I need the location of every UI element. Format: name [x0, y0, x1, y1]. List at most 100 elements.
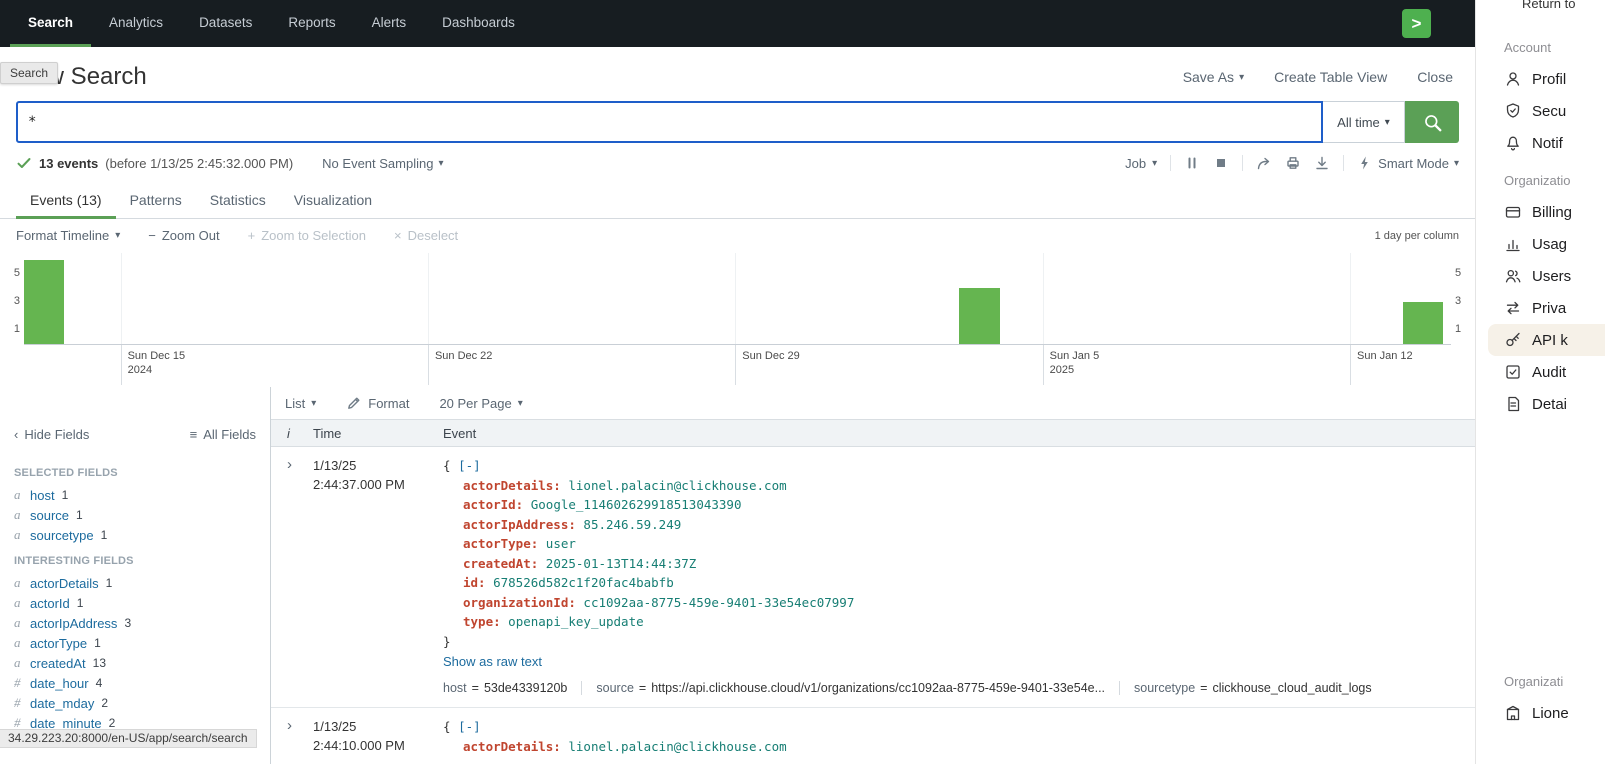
json-collapse-toggle[interactable]: [-]	[458, 719, 481, 734]
job-menu-dropdown[interactable]: Job▾	[1125, 156, 1157, 171]
json-value[interactable]: cc1092aa-8775-459e-9401-33e54ec07997	[583, 595, 854, 610]
event-time[interactable]: 1/13/252:44:37.000 PM	[313, 456, 443, 695]
json-value[interactable]: 85.246.59.249	[583, 517, 681, 532]
return-link[interactable]: Return to	[1522, 0, 1575, 11]
pause-button[interactable]	[1184, 155, 1200, 171]
account-item-audit[interactable]: Audit	[1476, 356, 1605, 388]
expand-event-button[interactable]: ›	[287, 456, 292, 473]
account-item-users[interactable]: Users	[1476, 260, 1605, 292]
expand-event-button[interactable]: ›	[287, 717, 292, 734]
account-item-priva[interactable]: Priva	[1476, 292, 1605, 324]
search-mode-dropdown[interactable]: Smart Mode▾	[1357, 155, 1459, 171]
json-value[interactable]: Google_114602629918513043390	[531, 497, 742, 512]
time-range-picker[interactable]: All time▾	[1323, 101, 1405, 143]
zoom-to-selection-button[interactable]: +Zoom to Selection	[248, 228, 366, 243]
field-actorId[interactable]: aactorId1	[14, 593, 270, 613]
field-date_mday[interactable]: #date_mday2	[14, 693, 270, 713]
tab-statistics[interactable]: Statistics	[196, 183, 280, 219]
stop-button[interactable]	[1213, 155, 1229, 171]
minus-icon: −	[148, 228, 156, 243]
all-fields-button[interactable]: ≡All Fields	[190, 427, 256, 442]
account-item-api-k[interactable]: API k	[1488, 324, 1605, 356]
page-header: New Search Save As▾ Create Table View Cl…	[0, 47, 1475, 101]
field-type-glyph: a	[14, 635, 23, 651]
format-button[interactable]: Format	[346, 395, 409, 411]
nav-item-analytics[interactable]: Analytics	[91, 0, 181, 47]
zoom-out-button[interactable]: −Zoom Out	[148, 228, 219, 243]
event-sampling-dropdown[interactable]: No Event Sampling▾	[322, 156, 443, 171]
json-value[interactable]: user	[546, 536, 576, 551]
deselect-button[interactable]: ×Deselect	[394, 228, 458, 243]
save-as-button[interactable]: Save As▾	[1183, 69, 1244, 85]
timeline-plot[interactable]: 553311	[24, 253, 1451, 345]
json-collapse-toggle[interactable]: [-]	[458, 458, 481, 473]
share-button[interactable]	[1256, 155, 1272, 171]
field-actorType[interactable]: aactorType1	[14, 633, 270, 653]
event-time[interactable]: 1/13/252:44:10.000 PM	[313, 717, 443, 756]
meta-source[interactable]: source = https://api.clickhouse.cloud/v1…	[596, 681, 1105, 695]
account-item-profil[interactable]: Profil	[1476, 63, 1605, 95]
json-value[interactable]: 2025-01-13T14:44:37Z	[546, 556, 697, 571]
json-key[interactable]: actorDetails:	[463, 739, 561, 754]
field-host[interactable]: ahost1	[14, 485, 270, 505]
meta-host[interactable]: host = 53de4339120b	[443, 681, 567, 695]
format-timeline-label: Format Timeline	[16, 228, 109, 243]
show-raw-text-link[interactable]: Show as raw text	[443, 654, 542, 669]
json-key[interactable]: createdAt:	[463, 556, 538, 571]
search-input[interactable]	[28, 114, 1311, 130]
json-value[interactable]: lionel.palacin@clickhouse.com	[568, 739, 786, 754]
field-type-glyph: a	[14, 575, 23, 591]
nav-item-dashboards[interactable]: Dashboards	[424, 0, 533, 47]
create-table-view-button[interactable]: Create Table View	[1274, 69, 1387, 85]
account-item-notif[interactable]: Notif	[1476, 127, 1605, 159]
meta-sourcetype[interactable]: sourcetype = clickhouse_cloud_audit_logs	[1134, 681, 1372, 695]
tab-patterns[interactable]: Patterns	[116, 183, 196, 219]
nav-item-search[interactable]: Search	[10, 0, 91, 47]
field-actorIpAddress[interactable]: aactorIpAddress3	[14, 613, 270, 633]
timeline-bar[interactable]	[1403, 302, 1443, 344]
close-button[interactable]: Close	[1417, 69, 1453, 85]
timeline-bar[interactable]	[24, 260, 64, 344]
json-key[interactable]: actorDetails:	[463, 478, 561, 493]
json-key[interactable]: organizationId:	[463, 595, 576, 610]
nav-item-reports[interactable]: Reports	[270, 0, 353, 47]
tab-events[interactable]: Events (13)	[16, 183, 116, 219]
field-createdAt[interactable]: acreatedAt13	[14, 653, 270, 673]
sampling-label: No Event Sampling	[322, 156, 433, 171]
nav-item-datasets[interactable]: Datasets	[181, 0, 270, 47]
event-count[interactable]: 13 events	[39, 156, 98, 171]
account-item-detai[interactable]: Detai	[1476, 388, 1605, 420]
field-source[interactable]: asource1	[14, 505, 270, 525]
json-field-line: type: openapi_key_update	[443, 612, 1459, 632]
json-key[interactable]: actorId:	[463, 497, 523, 512]
json-key[interactable]: type:	[463, 614, 501, 629]
search-button[interactable]	[1405, 101, 1459, 143]
job-controls-bar: Job▾ Smart Mode▾	[1125, 155, 1459, 171]
column-header-time: Time	[313, 426, 443, 441]
export-button[interactable]	[1314, 155, 1330, 171]
account-item-billing[interactable]: Billing	[1476, 196, 1605, 228]
field-actorDetails[interactable]: aactorDetails1	[14, 573, 270, 593]
tab-visualization[interactable]: Visualization	[280, 183, 386, 219]
timeline-bar[interactable]	[959, 288, 999, 344]
account-item-secu[interactable]: Secu	[1476, 95, 1605, 127]
json-key[interactable]: actorType:	[463, 536, 538, 551]
print-button[interactable]	[1285, 155, 1301, 171]
json-value[interactable]: 678526d582c1f20fac4babfb	[493, 575, 674, 590]
splunk-logo-icon[interactable]: >	[1402, 9, 1431, 38]
list-view-dropdown[interactable]: List▾	[285, 396, 316, 411]
hide-fields-button[interactable]: ‹Hide Fields	[14, 427, 89, 442]
json-value[interactable]: openapi_key_update	[508, 614, 643, 629]
per-page-dropdown[interactable]: 20 Per Page▾	[439, 396, 522, 411]
account-item-lione[interactable]: Lione	[1476, 697, 1605, 729]
nav-item-alerts[interactable]: Alerts	[354, 0, 425, 47]
field-sourcetype[interactable]: asourcetype1	[14, 525, 270, 545]
status-url-bar: 34.29.223.20:8000/en-US/app/search/searc…	[0, 729, 257, 748]
json-key[interactable]: actorIpAddress:	[463, 517, 576, 532]
json-key[interactable]: id:	[463, 575, 486, 590]
json-value[interactable]: lionel.palacin@clickhouse.com	[568, 478, 786, 493]
field-date_hour[interactable]: #date_hour4	[14, 673, 270, 693]
format-timeline-dropdown[interactable]: Format Timeline▾	[16, 228, 120, 243]
account-item-label: Notif	[1532, 135, 1563, 152]
account-item-usag[interactable]: Usag	[1476, 228, 1605, 260]
